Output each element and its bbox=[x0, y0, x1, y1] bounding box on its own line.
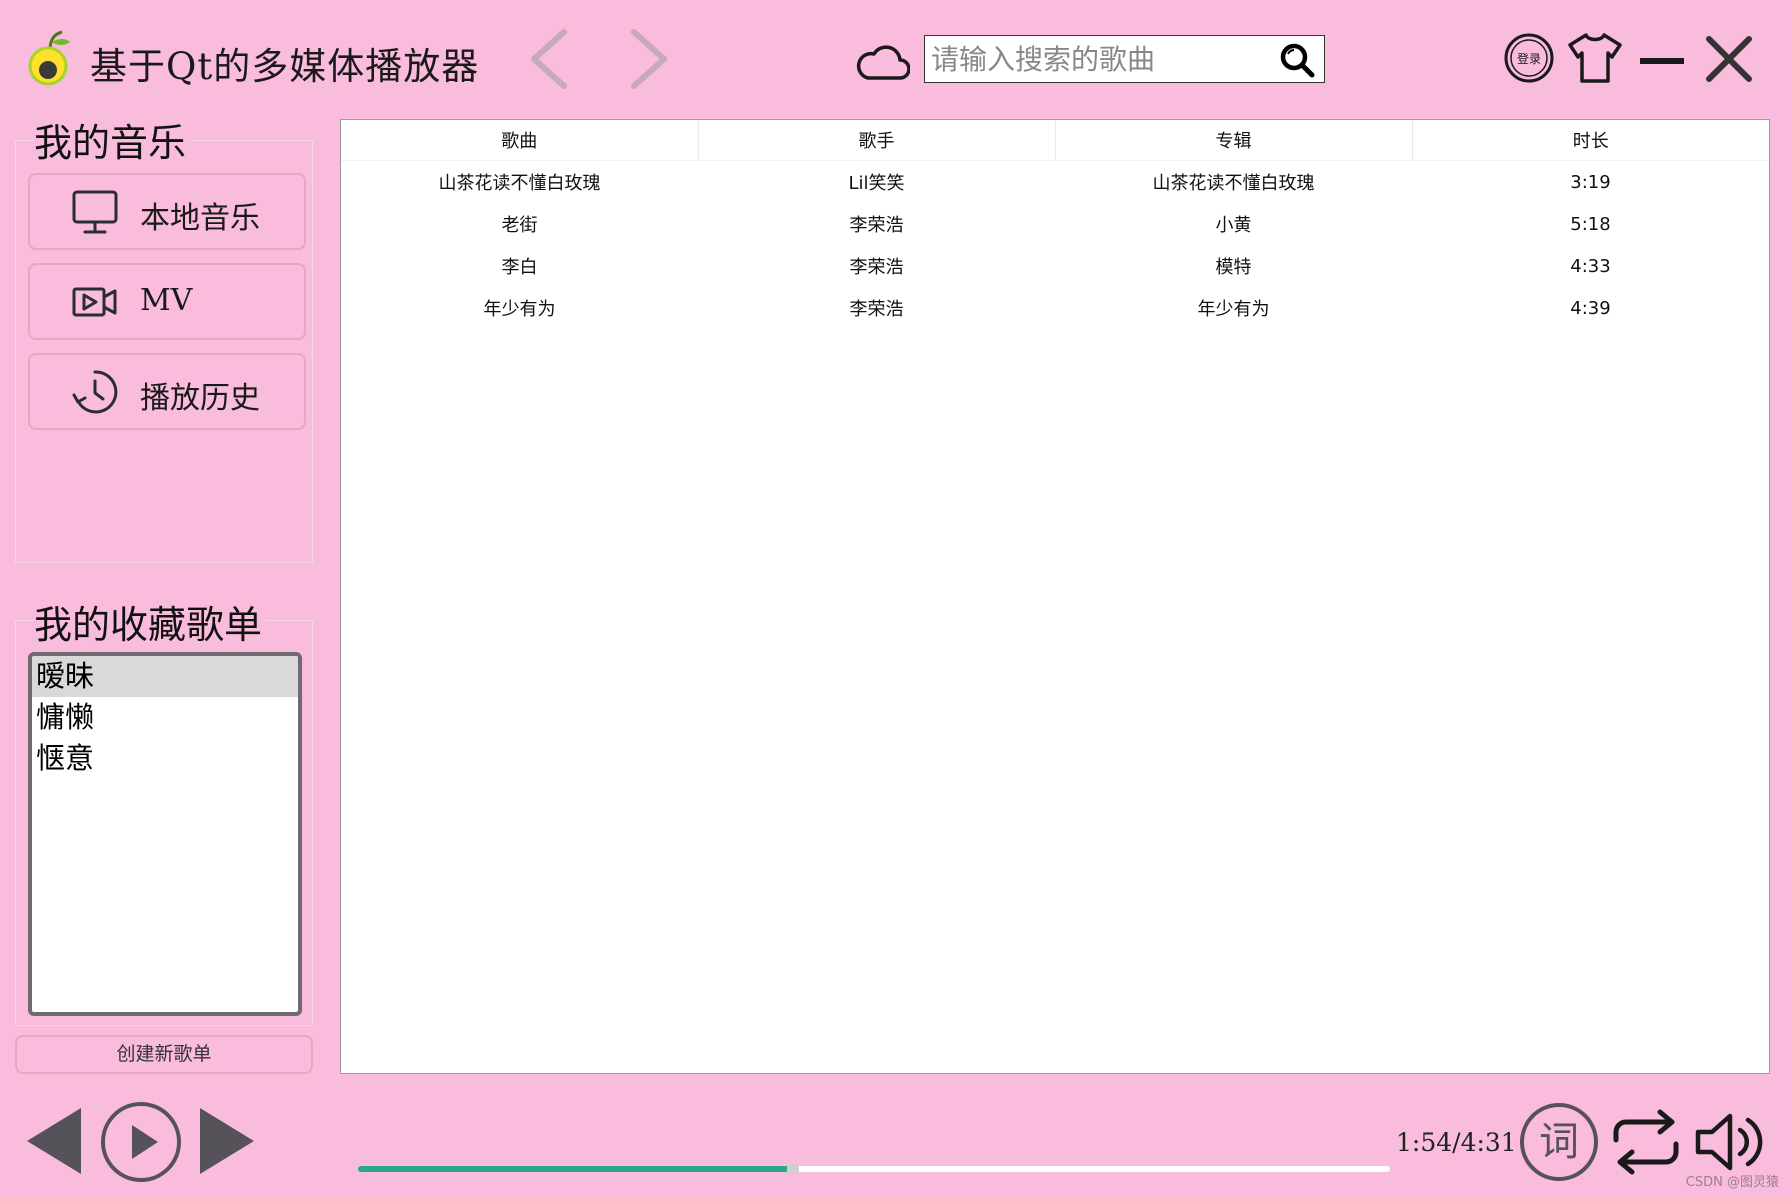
cell-album: 小黄 bbox=[1215, 215, 1252, 236]
history-icon bbox=[72, 370, 118, 414]
volume-icon[interactable] bbox=[1694, 1106, 1770, 1178]
list-item[interactable]: 慵懒 bbox=[32, 697, 298, 738]
app-title: 基于Qt的多媒体播放器 bbox=[90, 45, 480, 88]
table-row[interactable]: 李白 李荣浩 模特 4:33 bbox=[341, 245, 1769, 287]
sidebar-item-label: MV bbox=[140, 283, 193, 318]
minimize-button[interactable] bbox=[1640, 58, 1684, 64]
table-row[interactable]: 年少有为 李荣浩 年少有为 4:39 bbox=[341, 287, 1769, 329]
sidebar-item-local-music[interactable]: 本地音乐 bbox=[28, 173, 306, 250]
lyrics-label: 词 bbox=[1539, 1119, 1579, 1165]
new-playlist-button[interactable]: 创建新歌单 bbox=[15, 1035, 313, 1074]
cell-artist: 李荣浩 bbox=[849, 257, 904, 278]
cell-artist: Lil笑笑 bbox=[848, 173, 905, 194]
list-item[interactable]: 惬意 bbox=[32, 738, 298, 779]
app-logo bbox=[28, 30, 70, 86]
search-icon[interactable] bbox=[1278, 42, 1316, 78]
progress-fill bbox=[358, 1166, 792, 1172]
time-display: 1:54/4:31 bbox=[1396, 1128, 1517, 1157]
cell-artist: 李荣浩 bbox=[849, 215, 904, 236]
column-header-duration[interactable]: 时长 bbox=[1412, 120, 1769, 161]
cell-album: 山茶花读不懂白玫瑰 bbox=[1152, 173, 1315, 194]
watermark: CSDN @图灵猿 bbox=[1685, 1175, 1779, 1190]
column-header-album[interactable]: 专辑 bbox=[1055, 120, 1413, 161]
cell-album: 模特 bbox=[1215, 257, 1252, 278]
cell-duration: 3:19 bbox=[1570, 171, 1611, 193]
sidebar-item-label: 播放历史 bbox=[140, 381, 260, 416]
play-icon[interactable] bbox=[100, 1101, 182, 1183]
search-box bbox=[924, 35, 1325, 83]
back-arrow-icon[interactable] bbox=[528, 28, 570, 90]
close-icon[interactable] bbox=[1704, 34, 1754, 84]
cell-song: 山茶花读不懂白玫瑰 bbox=[438, 173, 601, 194]
tshirt-icon[interactable] bbox=[1566, 31, 1624, 85]
search-input[interactable] bbox=[925, 36, 1277, 82]
progress-slider[interactable] bbox=[358, 1164, 1390, 1174]
favorites-title: 我的收藏歌单 bbox=[34, 594, 267, 649]
cell-song: 李白 bbox=[501, 257, 538, 278]
table-header-row: 歌曲 歌手 专辑 时长 bbox=[341, 120, 1769, 161]
forward-arrow-icon[interactable] bbox=[628, 28, 670, 90]
column-header-artist[interactable]: 歌手 bbox=[698, 120, 1056, 161]
cell-song: 老街 bbox=[501, 215, 538, 236]
cell-duration: 4:39 bbox=[1570, 297, 1611, 319]
cell-duration: 5:18 bbox=[1570, 213, 1611, 235]
progress-handle[interactable] bbox=[787, 1164, 800, 1174]
cell-song: 年少有为 bbox=[483, 299, 556, 320]
previous-track-icon[interactable] bbox=[25, 1106, 83, 1176]
sidebar-item-history[interactable]: 播放历史 bbox=[28, 353, 306, 430]
sidebar-item-mv[interactable]: MV bbox=[28, 263, 306, 340]
lyrics-icon[interactable]: 词 bbox=[1519, 1102, 1599, 1182]
column-header-song[interactable]: 歌曲 bbox=[341, 120, 699, 161]
list-item[interactable]: 暧昧 bbox=[32, 656, 298, 697]
favorites-list[interactable]: 暧昧 慵懒 惬意 bbox=[28, 652, 302, 1016]
cell-album: 年少有为 bbox=[1197, 299, 1270, 320]
cloud-icon[interactable] bbox=[856, 40, 910, 82]
cell-duration: 4:33 bbox=[1570, 255, 1611, 277]
monitor-icon bbox=[72, 190, 118, 234]
repeat-icon[interactable] bbox=[1608, 1106, 1684, 1178]
video-icon bbox=[72, 287, 117, 317]
table-row[interactable]: 山茶花读不懂白玫瑰 Lil笑笑 山茶花读不懂白玫瑰 3:19 bbox=[341, 161, 1769, 204]
login-icon[interactable]: 登录 bbox=[1504, 33, 1554, 83]
table-row[interactable]: 老街 李荣浩 小黄 5:18 bbox=[341, 203, 1769, 245]
login-label: 登录 bbox=[1517, 51, 1541, 66]
my-music-title: 我的音乐 bbox=[34, 112, 191, 167]
next-track-icon[interactable] bbox=[198, 1106, 256, 1176]
cell-artist: 李荣浩 bbox=[849, 299, 904, 320]
song-table: 歌曲 歌手 专辑 时长 山茶花读不懂白玫瑰 Lil笑笑 山茶花读不懂白玫瑰 3:… bbox=[340, 119, 1770, 1074]
sidebar-item-label: 本地音乐 bbox=[140, 201, 260, 236]
